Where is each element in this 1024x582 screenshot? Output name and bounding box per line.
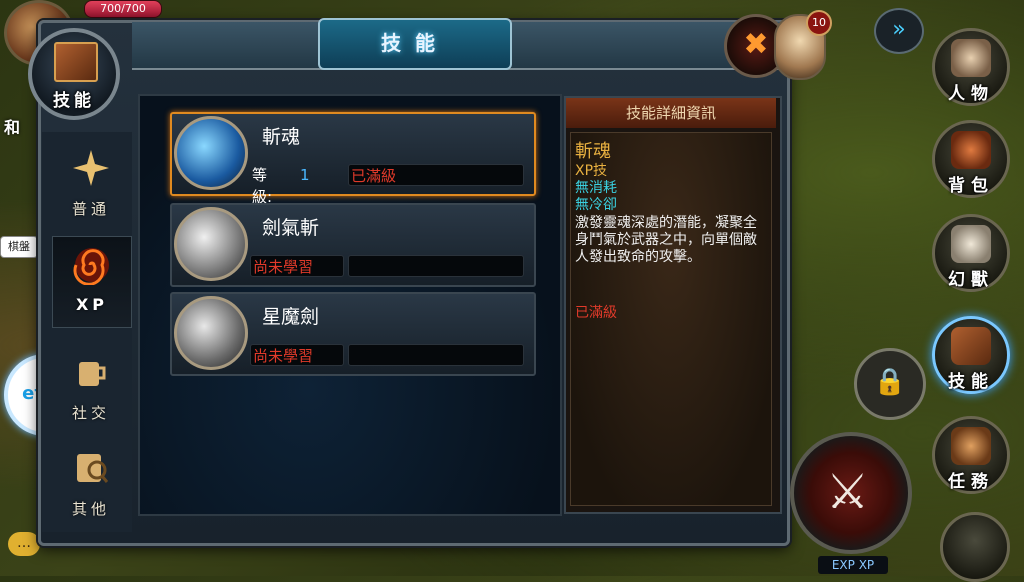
skill-name: 劍氣斬 (262, 217, 320, 239)
detail-cost: 無消耗 (575, 180, 617, 196)
menu-quest[interactable]: 任務 (932, 416, 1010, 494)
star-demon-sword-icon (174, 296, 248, 370)
skill-category-badge: 技能 (28, 28, 120, 120)
skill-name: 星魔劍 (262, 306, 320, 328)
skill-book-icon (951, 327, 991, 365)
chat-icon[interactable]: … (8, 532, 40, 556)
skill-item-jianqizhan[interactable]: 劍氣斬 尚未學習 (170, 203, 536, 287)
spiral-icon (73, 248, 109, 285)
skill-badge-label: 技能 (53, 91, 95, 111)
unicorn-icon (951, 225, 991, 263)
menu-beast[interactable]: 幻獸 (932, 214, 1010, 292)
detail-status: 已滿級 (575, 305, 617, 321)
level-label: 等級: (252, 166, 273, 206)
star-burst-icon (73, 150, 109, 186)
sword-aura-icon (174, 207, 248, 281)
tab-label: 其他 (71, 500, 110, 518)
menu-bag[interactable]: 背包 (932, 120, 1010, 198)
menu-label: 任務 (948, 472, 994, 492)
attack-button[interactable]: ⚔ (790, 432, 912, 554)
menu-character[interactable]: 人物 (932, 28, 1010, 106)
quest-scroll-icon (951, 427, 991, 465)
lock-icon[interactable]: 🔒 (854, 348, 926, 420)
skill-item-xingmojian[interactable]: 星魔劍 尚未學習 (170, 292, 536, 376)
skill-status-empty (348, 255, 524, 277)
detail-skill-name: 斬魂 (575, 141, 611, 162)
detail-body: 斬魂 XP技 無消耗 無冷卻 激發靈魂深處的潛能，凝聚全身鬥氣於武器之中，向單個… (570, 132, 772, 506)
exp-label: EXP XP (818, 556, 888, 574)
fast-forward-icon[interactable]: » (874, 8, 924, 54)
fist-button[interactable] (940, 512, 1010, 582)
skill-item-zhanhun[interactable]: 斬魂 等級: 1 已滿級 (170, 112, 536, 206)
detail-cooldown: 無冷卻 (575, 197, 617, 213)
detail-header: 技能詳細資訊 (566, 98, 776, 128)
soul-slash-icon (174, 116, 248, 190)
skill-status-empty (348, 344, 524, 366)
menu-label: 人物 (948, 84, 994, 104)
level-badge: 10 (806, 10, 832, 36)
side-chess-label[interactable]: 棋盤 (0, 236, 38, 258)
window-title: 技能 (318, 18, 512, 70)
tab-xp[interactable]: XP (52, 236, 132, 328)
tab-normal[interactable]: 普通 (52, 140, 130, 230)
detail-skill-type: XP技 (575, 163, 608, 179)
menu-label: 幻獸 (948, 270, 994, 290)
hp-bar: 700/700 (84, 0, 162, 18)
level-value: 1 (300, 166, 310, 184)
skill-name: 斬魂 (262, 126, 301, 148)
character-icon (951, 39, 991, 77)
skill-book-icon (54, 42, 98, 82)
menu-label: 技能 (948, 372, 994, 392)
menu-skill[interactable]: 技能 (932, 316, 1010, 394)
tab-label: 社交 (71, 404, 110, 422)
tab-social[interactable]: 社交 (52, 344, 130, 434)
sword-icon: ⚔ (826, 464, 870, 520)
detail-description: 激發靈魂深處的潛能，凝聚全身鬥氣於武器之中，向單個敵人發出致命的攻擊。 (575, 215, 757, 265)
bag-icon (951, 131, 991, 169)
mug-icon (79, 362, 106, 386)
tab-label: XP (75, 295, 109, 314)
scroll-icon (77, 454, 109, 483)
tab-label: 普通 (71, 200, 110, 218)
menu-label: 背包 (948, 176, 994, 196)
tab-other[interactable]: 其他 (52, 440, 130, 530)
skill-status: 已滿級 (348, 164, 524, 186)
skill-status: 尚未學習 (250, 255, 344, 277)
skill-status: 尚未學習 (250, 344, 344, 366)
side-label-char: 和 (4, 118, 21, 137)
